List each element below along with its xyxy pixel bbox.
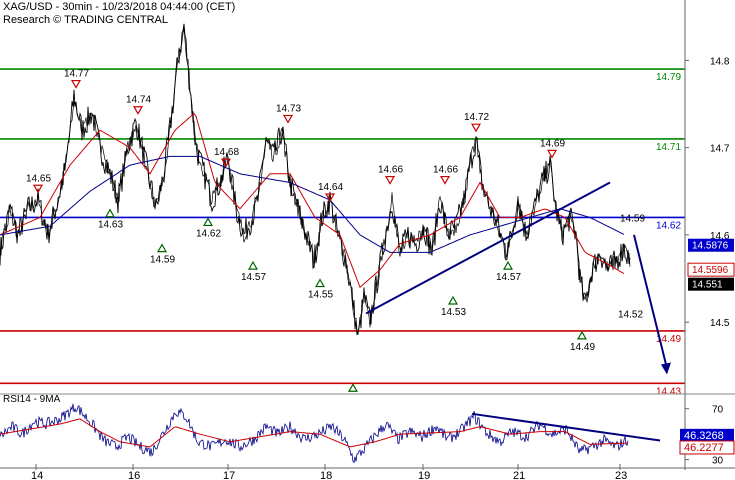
- side-label-1: 14.52: [618, 309, 643, 320]
- down-marker-1: [70, 79, 82, 89]
- y-tick-label-0: 14.8: [710, 56, 730, 67]
- up-marker-label-4: 14.55: [308, 290, 333, 301]
- up-marker-3: [247, 260, 259, 270]
- up-marker-label-2: 14.62: [196, 228, 221, 239]
- up-marker-label-0: 14.63: [98, 220, 123, 231]
- up-marker-5: [447, 295, 459, 305]
- price-tag-label-0: 14.5876: [692, 241, 729, 252]
- side-label-0: 14.59: [620, 213, 645, 224]
- up-marker-1: [156, 243, 168, 253]
- up-marker-7: [576, 330, 588, 340]
- up-marker-4: [314, 278, 326, 288]
- down-marker-label-1: 14.77: [64, 69, 89, 80]
- x-tick-label-5: 21: [513, 470, 525, 480]
- up-marker-0: [104, 208, 116, 218]
- level-label-14.71: 14.71: [656, 142, 681, 153]
- down-marker-4: [282, 114, 294, 124]
- level-label-14.62: 14.62: [656, 220, 681, 231]
- y-tick-label-3: 14.5: [710, 318, 730, 329]
- down-marker-label-3: 14.68: [214, 147, 239, 158]
- x-tick-label-1: 16: [128, 470, 140, 480]
- up-marker-6: [502, 260, 514, 270]
- up-marker-label-1: 14.59: [150, 255, 175, 266]
- down-marker-label-9: 14.69: [540, 138, 565, 149]
- down-marker-label-8: 14.72: [464, 112, 489, 123]
- slow-moving-average: [0, 155, 625, 253]
- chart-area: 14.7914.7114.6214.4914.4314.6514.7714.74…: [0, 0, 735, 480]
- up-marker-label-5: 14.53: [441, 307, 466, 318]
- rsi-series: [0, 403, 629, 464]
- forecast-arrow-shaft: [633, 234, 668, 369]
- down-marker-8: [470, 123, 482, 133]
- rsi-tag-label-0: 46.3268: [684, 430, 724, 442]
- forecast-arrow-head: [661, 362, 671, 375]
- x-tick-label-0: 14: [31, 470, 43, 480]
- price-series: [0, 23, 631, 335]
- rsi-tag-label-1: 46.2277: [684, 442, 724, 454]
- x-tick-label-2: 17: [223, 470, 235, 480]
- down-marker-9: [546, 149, 558, 159]
- rsi-title: RSI14 - 9MA: [3, 394, 61, 405]
- down-marker-label-6: 14.66: [378, 165, 403, 176]
- x-tick-label-6: 23: [615, 470, 627, 480]
- down-marker-label-4: 14.73: [276, 103, 301, 114]
- rsi-y-tick-label-2: 30: [712, 456, 724, 467]
- axes: 14.814.714.614.514.587614.559614.5517050…: [0, 0, 735, 480]
- rsi-trendline: [471, 412, 661, 442]
- level-label-14.43: 14.43: [656, 386, 681, 397]
- main-price-panel: 14.79 14.71 14.62 14.49 14.43 14.65 14.77 14.74…: [0, 23, 685, 397]
- x-tick-label-4: 19: [418, 470, 430, 480]
- price-tag-label-1: 14.5596: [692, 265, 729, 276]
- down-marker-label-2: 14.74: [126, 95, 151, 106]
- down-marker-2: [132, 106, 144, 115]
- rsi-panel: RSI14 - 9MA: [0, 394, 661, 464]
- up-marker-label-6: 14.57: [496, 272, 521, 283]
- level-label-14.79: 14.79: [656, 72, 681, 83]
- down-marker-label-0: 14.65: [26, 173, 51, 184]
- up-marker-label-3: 14.57: [241, 272, 266, 283]
- down-marker-label-7: 14.66: [433, 165, 458, 176]
- up-marker-2: [202, 217, 214, 227]
- up-marker-label-7: 14.49: [570, 342, 595, 353]
- rsi-y-tick-label-0: 70: [712, 405, 724, 416]
- down-marker-label-5: 14.64: [318, 182, 343, 193]
- price-tag-label-2: 14.551: [692, 280, 723, 291]
- down-marker-6: [384, 175, 396, 185]
- x-tick-label-3: 18: [320, 470, 332, 480]
- up-marker-8: [347, 383, 359, 392]
- y-tick-label-1: 14.7: [710, 144, 730, 155]
- down-marker-7: [439, 175, 451, 185]
